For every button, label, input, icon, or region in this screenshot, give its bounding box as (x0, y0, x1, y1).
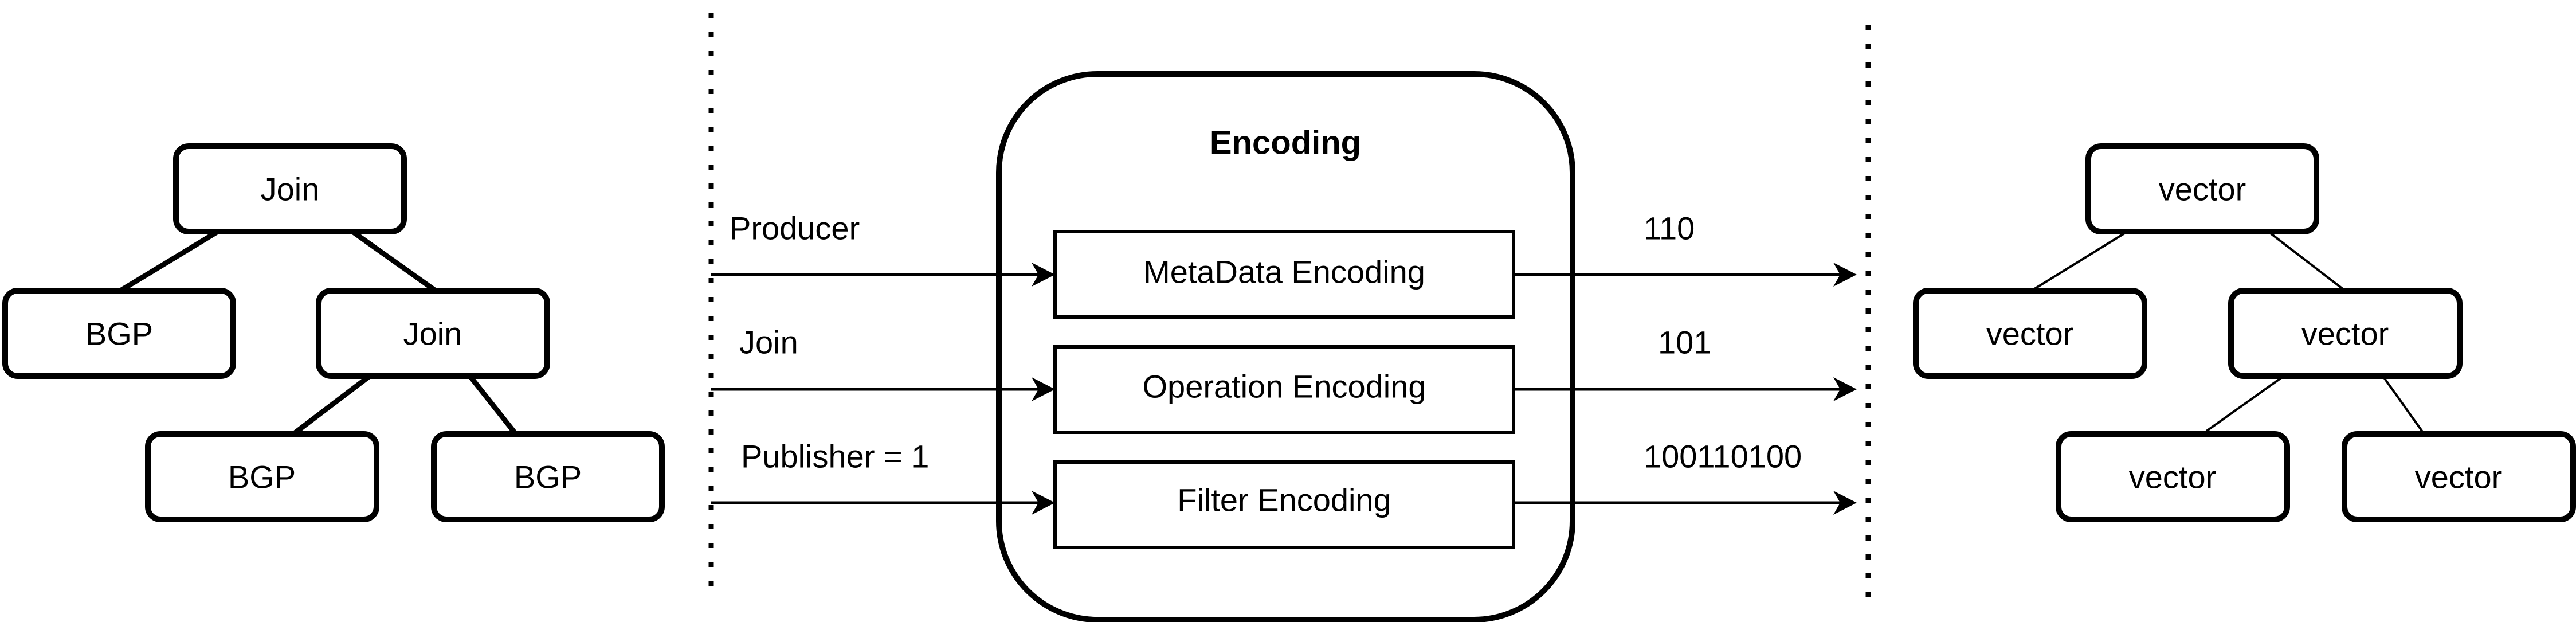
node-label: Join (261, 171, 320, 208)
encoding-module-operation[interactable]: Operation Encoding (1053, 345, 1515, 434)
input-label-join: Join (739, 324, 798, 361)
edge-join-bgp (119, 229, 219, 293)
node-label: Join (403, 316, 462, 352)
node-label: BGP (228, 459, 296, 495)
input-label-producer: Producer (730, 210, 860, 247)
tree-node-bgp-bottom-left[interactable]: BGP (145, 431, 379, 522)
node-label: vector (2301, 316, 2389, 352)
encoding-title: Encoding (1210, 124, 1361, 162)
module-label: Filter Encoding (1177, 482, 1391, 518)
node-label: vector (2159, 171, 2246, 208)
input-label-publisher: Publisher = 1 (741, 439, 929, 475)
encoding-module-metadata[interactable]: MetaData Encoding (1053, 230, 1515, 319)
edge-join-bgp-bottom-right (468, 374, 518, 436)
tree-node-join-root[interactable]: Join (173, 143, 407, 234)
edge-join-bgp-bottom-left (292, 374, 371, 436)
tree-node-vector-bottom-left[interactable]: vector (2056, 431, 2290, 522)
tree-node-bgp-bottom-right[interactable]: BGP (431, 431, 665, 522)
tree-node-vector-root[interactable]: vector (2085, 143, 2319, 234)
input-arrows (711, 263, 1055, 515)
output-arrows (1514, 263, 1857, 515)
tree-node-join-mid[interactable]: Join (316, 288, 550, 379)
encoding-module-filter[interactable]: Filter Encoding (1053, 460, 1515, 549)
output-label-filter: 100110100 (1644, 439, 1802, 475)
module-label: MetaData Encoding (1143, 254, 1425, 290)
output-label-metadata: 110 (1644, 210, 1695, 247)
output-label-operation: 101 (1658, 324, 1711, 361)
node-label: vector (2415, 459, 2503, 495)
edge-join-join (351, 229, 437, 293)
tree-node-vector-left[interactable]: vector (1913, 288, 2147, 379)
tree-node-vector-mid[interactable]: vector (2228, 288, 2463, 379)
edge-vector-mid-bottom-right (2382, 375, 2425, 435)
edge-vector-root-left (2030, 230, 2128, 292)
left-tree: Join BGP Join BGP BGP (2, 143, 665, 522)
node-label: vector (2129, 459, 2217, 495)
tree-node-bgp-left[interactable]: BGP (2, 288, 236, 379)
right-tree: vector vector vector vector vector (1913, 143, 2576, 522)
node-label: BGP (85, 316, 153, 352)
module-label: Operation Encoding (1142, 369, 1426, 405)
tree-node-vector-bottom-right[interactable]: vector (2342, 431, 2576, 522)
edge-vector-mid-bottom-left (2205, 375, 2285, 432)
node-label: BGP (514, 459, 582, 495)
node-label: vector (1986, 316, 2074, 352)
diagram-canvas: Join BGP Join BGP BGP Encoding Producer … (2, 13, 2576, 622)
edge-vector-root-mid (2267, 230, 2346, 292)
